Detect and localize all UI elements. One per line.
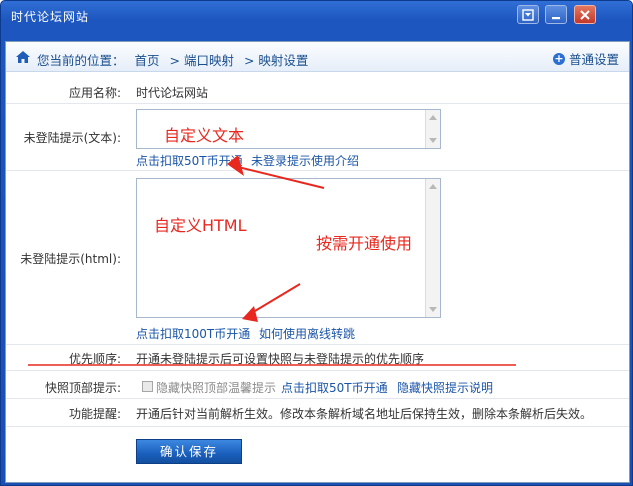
offline-redirect-link[interactable]: 如何使用离线转跳: [259, 325, 355, 342]
text-tip-enable-link[interactable]: 点击扣取50T币开通: [136, 152, 243, 169]
plus-circle-icon: +: [552, 51, 565, 65]
html-tip-label: 未登陆提示(html):: [20, 252, 121, 266]
breadcrumb-home[interactable]: 首页: [135, 53, 160, 68]
scroll-up-icon[interactable]: [429, 115, 437, 120]
hide-snapshot-checkbox[interactable]: [142, 381, 153, 392]
dropdown-button[interactable]: [517, 5, 539, 24]
breadcrumb-port-mapping[interactable]: > 端口映射: [170, 53, 234, 68]
text-tip-guide-link[interactable]: 未登录提示使用介绍: [251, 152, 359, 169]
app-name-value: 时代论坛网站: [136, 86, 209, 100]
row-divider: [6, 426, 629, 427]
annotation-on-demand: 按需开通使用: [316, 234, 413, 253]
title-bar[interactable]: 时代论坛网站: [1, 1, 632, 31]
priority-label: 优先顺序:: [68, 352, 121, 366]
minimize-button[interactable]: [545, 5, 567, 24]
close-icon: [580, 9, 590, 20]
breadcrumb: 您当前的位置： 首页 > 端口映射 > 映射设置 + 普通设置: [6, 42, 629, 72]
html-tip-enable-link[interactable]: 点击扣取100T币开通: [136, 325, 250, 342]
priority-value: 开通未登陆提示后可设置快照与未登陆提示的优先顺序: [136, 352, 425, 366]
scroll-up-icon[interactable]: [429, 184, 437, 189]
app-name-label: 应用名称:: [68, 86, 121, 100]
annotation-custom-text: 自定义文本: [164, 126, 245, 145]
save-button[interactable]: 确认保存: [136, 439, 242, 464]
breadcrumb-mapping-settings: > 映射设置: [243, 53, 309, 68]
scroll-down-icon[interactable]: [429, 138, 437, 143]
home-icon: [16, 51, 30, 63]
row-divider: [6, 103, 629, 104]
row-divider: [6, 344, 629, 345]
row-divider: [6, 398, 629, 399]
dropdown-icon: [522, 8, 534, 21]
hide-snapshot-text: 隐藏快照顶部温馨提示: [156, 381, 277, 395]
normal-settings-link[interactable]: + 普通设置: [552, 49, 619, 68]
row-divider: [6, 370, 629, 371]
scroll-down-icon[interactable]: [429, 307, 437, 312]
minimize-icon: [552, 16, 560, 19]
reminder-value: 开通后针对当前解析生效。修改本条解析域名地址后保持生效，删除本条解析后失效。: [136, 407, 593, 421]
row-divider: [6, 170, 629, 171]
text-tip-scrollbar[interactable]: [425, 110, 440, 148]
app-window: 时代论坛网站 您当前的位置： 首页 > 端口映射 > 映射设置 + 普通设置 应…: [0, 0, 633, 486]
text-tip-label: 未登陆提示(文本):: [23, 131, 121, 145]
html-tip-scrollbar[interactable]: [425, 179, 440, 317]
breadcrumb-path: 您当前的位置： 首页 > 端口映射 > 映射设置: [37, 50, 314, 69]
normal-settings-label: 普通设置: [568, 52, 619, 67]
window-title: 时代论坛网站: [11, 10, 90, 24]
snapshot-label: 快照顶部提示:: [44, 381, 121, 395]
breadcrumb-prefix: 您当前的位置：: [37, 53, 125, 68]
close-button[interactable]: [574, 5, 596, 24]
snapshot-guide-link[interactable]: 隐藏快照提示说明: [397, 379, 493, 396]
reminder-label: 功能提醒:: [68, 407, 121, 421]
snapshot-enable-link[interactable]: 点击扣取50T币开通: [281, 379, 388, 396]
main-panel: 您当前的位置： 首页 > 端口映射 > 映射设置 + 普通设置 应用名称: 时代…: [5, 41, 630, 483]
annotation-custom-html: 自定义HTML: [154, 216, 247, 235]
